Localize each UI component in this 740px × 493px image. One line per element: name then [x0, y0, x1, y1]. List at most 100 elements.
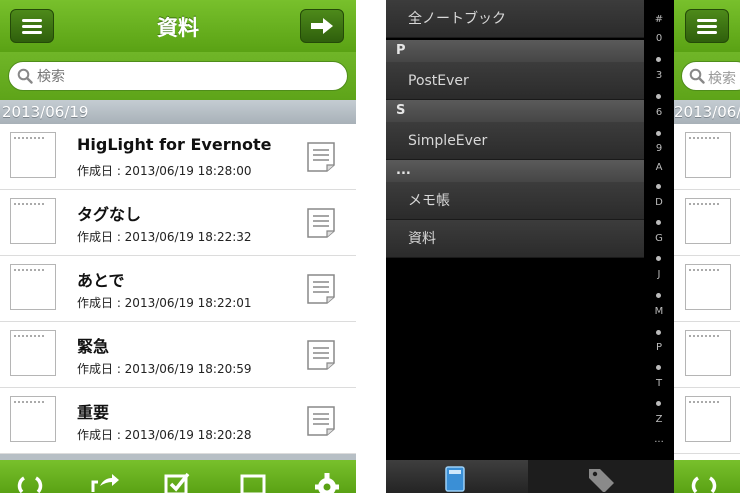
document-icon[interactable] — [306, 405, 336, 437]
sync-icon[interactable] — [690, 472, 718, 493]
checkbox-empty-icon[interactable] — [238, 472, 268, 493]
index-dot — [656, 94, 661, 99]
section-header-date: 2013/06/19 — [0, 100, 356, 124]
left-screen: 資料 2013/06/19 HigLight for Evernote 作成日 … — [0, 0, 356, 493]
document-icon[interactable] — [306, 141, 336, 173]
document-icon[interactable] — [306, 339, 336, 371]
index-label[interactable]: A — [644, 162, 674, 173]
bottom-toolbar — [0, 460, 356, 493]
arrow-right-icon — [311, 18, 333, 34]
note-thumbnail — [10, 132, 56, 178]
peek-note-list: 検索 2013/06/19 — [674, 0, 740, 493]
search-field[interactable] — [8, 61, 348, 91]
note-row[interactable]: あとで 作成日 : 2013/06/19 18:22:01 — [0, 256, 356, 322]
index-dot — [656, 401, 661, 406]
note-title: タグなし — [77, 205, 142, 224]
note-thumbnail — [685, 264, 731, 310]
index-label[interactable]: 0 — [644, 33, 674, 44]
index-label[interactable]: 6 — [644, 107, 674, 118]
search-bar — [0, 52, 356, 100]
peek-menu-button[interactable] — [685, 9, 729, 43]
notebook-icon — [445, 466, 465, 492]
index-dot — [656, 57, 661, 62]
menu-section-s: S — [386, 100, 644, 122]
peek-note-row[interactable] — [674, 256, 740, 322]
note-date: 作成日 : 2013/06/19 18:20:28 — [77, 428, 252, 442]
peek-bottom-toolbar — [674, 460, 740, 493]
index-label[interactable]: P — [644, 342, 674, 353]
index-label[interactable]: D — [644, 197, 674, 208]
peek-note-row[interactable] — [674, 190, 740, 256]
menu-section-p: P — [386, 40, 644, 62]
note-thumbnail — [10, 330, 56, 376]
peek-search-bar: 検索 — [674, 52, 740, 100]
peek-note-row[interactable] — [674, 124, 740, 190]
index-dot — [656, 256, 661, 261]
note-date: 作成日 : 2013/06/19 18:20:59 — [77, 362, 252, 376]
index-label[interactable]: 3 — [644, 70, 674, 81]
peek-navbar — [674, 0, 740, 52]
note-row[interactable]: 緊急 作成日 : 2013/06/19 18:20:59 — [0, 322, 356, 388]
screenshot-stage: 資料 2013/06/19 HigLight for Evernote 作成日 … — [0, 0, 740, 493]
note-title: HigLight for Evernote — [77, 135, 272, 154]
note-thumbnail — [685, 396, 731, 442]
index-label[interactable]: G — [644, 233, 674, 244]
checkbox-checked-icon[interactable] — [162, 472, 192, 493]
share-icon[interactable] — [90, 472, 120, 493]
note-date: 作成日 : 2013/06/19 18:22:32 — [77, 230, 252, 244]
note-date: 作成日 : 2013/06/19 18:22:01 — [77, 296, 252, 310]
peek-search-placeholder: 検索 — [708, 71, 736, 87]
index-dot — [656, 365, 661, 370]
right-screen: 全ノートブック P PostEver S SimpleEver ... メモ帳 … — [386, 0, 740, 493]
menu-section-other: ... — [386, 160, 644, 182]
note-thumbnail — [685, 132, 731, 178]
index-label[interactable]: # — [644, 14, 674, 25]
index-label[interactable]: J — [644, 269, 674, 280]
gear-icon[interactable] — [312, 472, 342, 493]
note-thumbnail — [10, 396, 56, 442]
search-icon — [689, 68, 705, 84]
forward-button[interactable] — [300, 9, 344, 43]
index-label[interactable]: M — [644, 306, 674, 317]
index-dot — [656, 131, 661, 136]
index-label[interactable]: 9 — [644, 143, 674, 154]
index-dot — [656, 220, 661, 225]
document-icon[interactable] — [306, 207, 336, 239]
alphabet-index[interactable]: # 0 3 6 9 A D G J M P T Z ... — [644, 0, 674, 460]
menu-tab-bar — [386, 460, 674, 493]
search-input[interactable] — [37, 66, 337, 88]
note-thumbnail — [10, 198, 56, 244]
top-navbar: 資料 — [0, 0, 356, 52]
menu-item-simpleever[interactable]: SimpleEver — [386, 122, 644, 160]
peek-search-field[interactable]: 検索 — [681, 61, 740, 91]
note-row[interactable]: タグなし 作成日 : 2013/06/19 18:22:32 — [0, 190, 356, 256]
menu-item-memo[interactable]: メモ帳 — [386, 182, 644, 220]
note-thumbnail — [685, 198, 731, 244]
note-thumbnail — [685, 330, 731, 376]
tag-icon — [589, 469, 614, 492]
note-thumbnail — [10, 264, 56, 310]
peek-note-row[interactable] — [674, 388, 740, 454]
sync-icon[interactable] — [16, 472, 44, 493]
menu-item-postever[interactable]: PostEver — [386, 62, 644, 100]
document-icon[interactable] — [306, 273, 336, 305]
index-label[interactable]: ... — [644, 434, 674, 445]
tab-notebooks[interactable] — [386, 460, 528, 493]
note-title: 重要 — [77, 403, 110, 422]
note-row[interactable]: 重要 作成日 : 2013/06/19 18:20:28 — [0, 388, 356, 454]
search-icon — [17, 68, 33, 84]
menu-item-all-notebooks[interactable]: 全ノートブック — [386, 0, 644, 38]
note-title: あとで — [77, 271, 125, 290]
note-date: 作成日 : 2013/06/19 18:28:00 — [77, 164, 252, 178]
index-dot — [656, 330, 661, 335]
hamburger-icon — [697, 19, 717, 34]
tab-tags[interactable] — [528, 460, 674, 493]
peek-section-header: 2013/06/19 — [674, 100, 740, 124]
index-label[interactable]: Z — [644, 414, 674, 425]
menu-item-shiryo[interactable]: 資料 — [386, 220, 644, 258]
notebook-menu: 全ノートブック P PostEver S SimpleEver ... メモ帳 … — [386, 0, 644, 460]
index-label[interactable]: T — [644, 378, 674, 389]
peek-note-row[interactable] — [674, 322, 740, 388]
note-row[interactable]: HigLight for Evernote 作成日 : 2013/06/19 1… — [0, 124, 356, 190]
index-dot — [656, 293, 661, 298]
